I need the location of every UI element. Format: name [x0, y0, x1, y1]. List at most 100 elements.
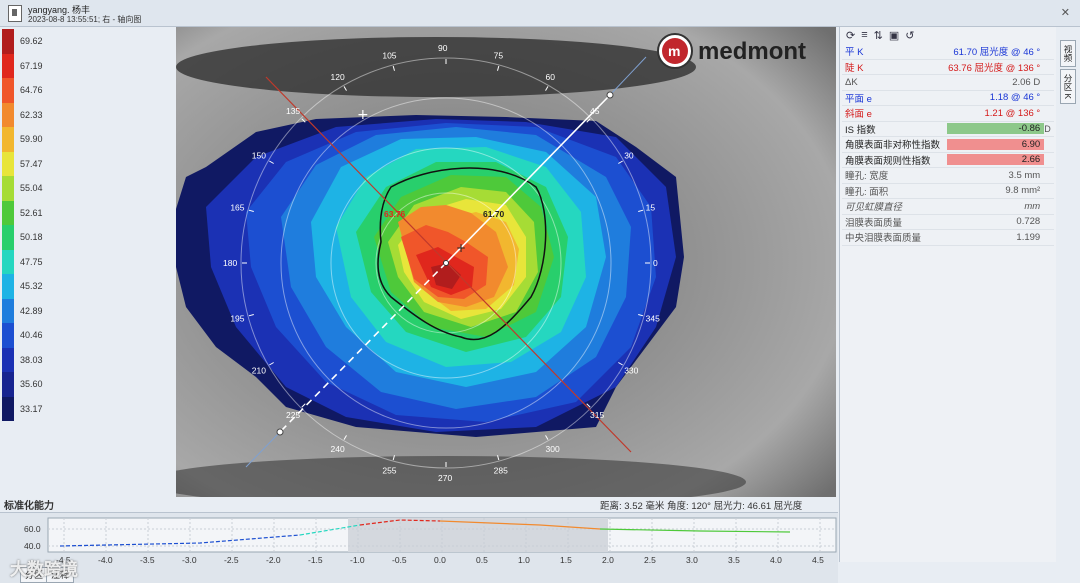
title-bar: yangyang. 杨丰 2023-08-8 13:55:51; 右 - 轴向图…: [0, 0, 1080, 27]
scale-label: 47.75: [20, 256, 43, 267]
scale-label: 42.89: [20, 305, 43, 316]
index-value: 1.18 @ 46 °: [989, 92, 1041, 104]
refresh-icon[interactable]: ⟳: [846, 29, 855, 42]
index-label: 陡 K: [845, 62, 864, 74]
scale-swatch: [2, 372, 14, 397]
topography-map[interactable]: + + 63.76 61.70 90 75 60 45 30 15 0 345 330 315 30…: [176, 27, 836, 497]
profile-chart[interactable]: -4.5 -4.0 -3.5 -3.0 -2.5 -2.0 -1.5 -1.0 -0.5 0.0 0…: [0, 512, 838, 567]
meridian-handle-bottom[interactable]: [276, 428, 284, 436]
brand-logo: m medmont: [657, 33, 806, 69]
scale-swatch: [2, 176, 14, 201]
x-tick-label: 1.5: [560, 555, 572, 565]
swap-icon[interactable]: ⇅: [874, 29, 883, 42]
x-tick-label: 3.5: [728, 555, 740, 565]
scale-swatch: [2, 127, 14, 152]
topography-map-canvas[interactable]: + + 63.76 61.70 907560453015034533031530…: [176, 27, 836, 497]
angle-label: 90: [438, 43, 448, 53]
panel-toolbar: ⟳ ≡ ⇅ ▣ ↺: [840, 27, 1056, 43]
angle-label: 75: [494, 50, 504, 60]
angle-label: 0: [653, 258, 658, 268]
indices-table: 平 K 61.70 屈光度 @ 46 ° 陡 K 63.76 屈光度 @ 136 ° Δ…: [842, 44, 1054, 246]
index-row: 斜面 e 1.21 @ 136 °: [842, 106, 1054, 122]
index-value: 61.70 屈光度 @ 46 °: [953, 47, 1041, 59]
color-scale: 69.62 67.19 64.76 62.33 59.90 57.47 55.04 52.61…: [0, 27, 176, 497]
index-label: 瞳孔: 面积: [845, 186, 889, 198]
save-icon[interactable]: ▣: [889, 29, 899, 42]
index-value: -0.86: [947, 123, 1045, 135]
angle-label: 195: [230, 314, 244, 324]
meridian-handle-top[interactable]: [606, 91, 614, 99]
scale-entry: 47.75: [0, 249, 176, 274]
angle-label: 45: [590, 106, 600, 116]
index-value: 1.199: [1016, 231, 1041, 243]
scale-entry: 59.90: [0, 127, 176, 152]
index-label: 斜面 e: [845, 109, 872, 121]
cross-marker: +: [357, 107, 369, 123]
scale-entry: 69.62: [0, 29, 176, 54]
x-tick-label: -1.0: [350, 555, 365, 565]
scale-label: 55.04: [20, 183, 43, 193]
index-value: 0.728: [1016, 216, 1041, 228]
scale-entry: 45.32: [0, 274, 176, 299]
x-tick-label: -2.0: [266, 555, 281, 565]
profile-chart-canvas[interactable]: -4.5 -4.0 -3.5 -3.0 -2.5 -2.0 -1.5 -1.0 -0.5 0.0 0…: [0, 513, 838, 567]
index-value: 2.66: [947, 154, 1045, 166]
flat-k-mark: 61.70: [483, 209, 505, 219]
brand-name: medmont: [698, 38, 806, 65]
scale-swatch: [2, 53, 14, 78]
index-row: IS 指数 -0.86 D: [842, 122, 1054, 137]
angle-label: 180: [223, 258, 237, 268]
index-row: ΔK 2.06 D: [842, 75, 1054, 91]
map-readout: 距离: 3.52 毫米 角度: 120° 屈光力: 46.61 屈光度: [600, 501, 803, 512]
scale-label: 50.18: [20, 232, 43, 242]
index-label: 泪膜表面质量: [845, 217, 903, 229]
x-tick-label: 1.0: [518, 555, 530, 565]
index-row: 泪膜表面质量 0.728: [842, 215, 1054, 230]
index-label: 平面 e: [845, 93, 872, 105]
scale-label: 57.47: [20, 158, 43, 169]
eyelid-upper: [176, 37, 696, 97]
close-icon[interactable]: ✕: [1061, 6, 1070, 19]
index-label: ΔK: [845, 76, 858, 88]
index-row: 角膜表面规则性指数 2.66: [842, 153, 1054, 168]
angle-label: 105: [382, 50, 396, 60]
scale-entry: 57.47: [0, 151, 176, 176]
scale-swatch: [2, 323, 14, 348]
index-row: 平面 e 1.18 @ 46 °: [842, 91, 1054, 106]
scale-entry: 50.18: [0, 225, 176, 250]
x-tick-label: 0.0: [434, 555, 446, 565]
x-tick-label: -3.0: [182, 555, 197, 565]
sort-icon[interactable]: ≡: [861, 29, 867, 41]
scale-swatch: [2, 78, 14, 103]
index-value: 63.76 屈光度 @ 136 °: [948, 62, 1041, 74]
angle-label: 345: [646, 314, 660, 324]
scale-entry: 55.04: [0, 176, 176, 201]
angle-label: 225: [286, 410, 300, 420]
angle-label: 165: [230, 202, 244, 212]
index-label: 平 K: [845, 47, 864, 59]
scale-swatch: [2, 225, 14, 250]
x-tick-label: 2.0: [602, 555, 614, 565]
center-point: [443, 260, 449, 266]
scale-entry: 64.76: [0, 78, 176, 103]
scale-entry: 52.61: [0, 200, 176, 225]
scale-label: 64.76: [20, 85, 43, 95]
side-tabs: 视频分区 K: [1060, 40, 1078, 106]
x-tick-label: -3.5: [140, 555, 155, 565]
scale-label: 45.32: [20, 281, 43, 291]
index-value: 1.21 @ 136 °: [984, 107, 1041, 119]
bottom-tabs: 分区 注释: [0, 566, 838, 583]
scale-entry: 62.33: [0, 102, 176, 127]
angle-label: 150: [252, 151, 266, 161]
index-row: 陡 K 63.76 屈光度 @ 136 °: [842, 60, 1054, 75]
angle-label: 285: [494, 466, 508, 476]
x-tick-label: 4.0: [770, 555, 782, 565]
undo-icon[interactable]: ↺: [905, 29, 914, 42]
scale-label: 52.61: [20, 207, 43, 218]
side-tab[interactable]: 分区 K: [1060, 69, 1076, 105]
index-label: 瞳孔: 宽度: [845, 171, 889, 183]
angle-label: 120: [331, 72, 345, 82]
scale-label: 69.62: [20, 36, 43, 46]
side-tab[interactable]: 视频: [1060, 40, 1076, 67]
scale-label: 38.03: [20, 354, 43, 365]
